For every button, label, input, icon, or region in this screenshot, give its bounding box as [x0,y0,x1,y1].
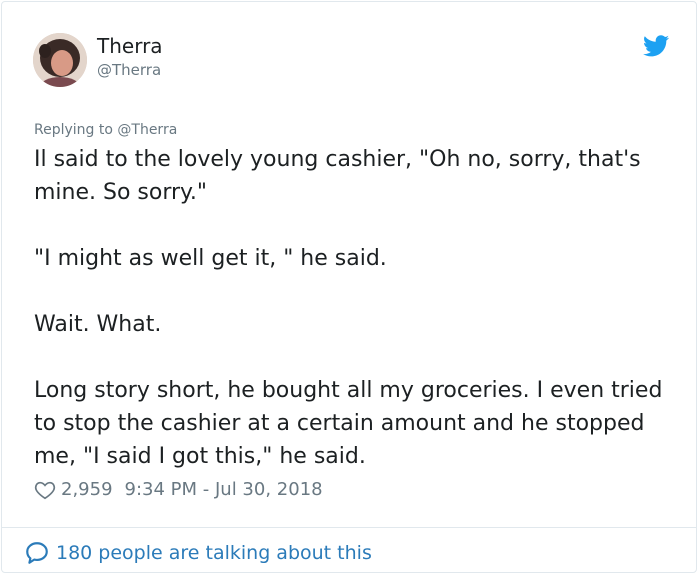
tweet-paragraph: Long story short, he bought all my groce… [34,378,663,469]
reply-handle-link[interactable]: @Therra [117,122,177,138]
author-name[interactable]: Therra [97,34,163,58]
speech-bubble-icon [26,542,48,564]
twitter-bird-icon[interactable] [643,35,669,57]
divider [2,527,696,528]
heart-icon[interactable] [34,479,56,501]
reply-context: Replying to @Therra [34,121,177,139]
tweet-paragraph: Wait. What. [34,312,162,337]
conversation-link[interactable]: 180 people are talking about this [24,540,372,566]
tweet-paragraph: Il said to the lovely young cashier, "Oh… [34,147,641,205]
talking-count-label[interactable]: 180 people are talking about this [56,541,372,565]
avatar-photo [33,33,87,87]
tweet-text: Il said to the lovely young cashier, "Oh… [34,143,674,473]
tweet-paragraph: "I might as well get it, " he said. [34,246,387,271]
tweet-meta: 2,959 9:34 PM - Jul 30, 2018 [34,478,323,502]
reply-prefix: Replying to [34,122,118,138]
tweet-card: Therra @Therra Replying to @Therra Il sa… [1,1,697,573]
author-handle[interactable]: @Therra [97,60,161,80]
tweet-timestamp[interactable]: 9:34 PM - Jul 30, 2018 [125,478,323,502]
like-count[interactable]: 2,959 [61,478,113,502]
avatar[interactable] [33,33,87,87]
